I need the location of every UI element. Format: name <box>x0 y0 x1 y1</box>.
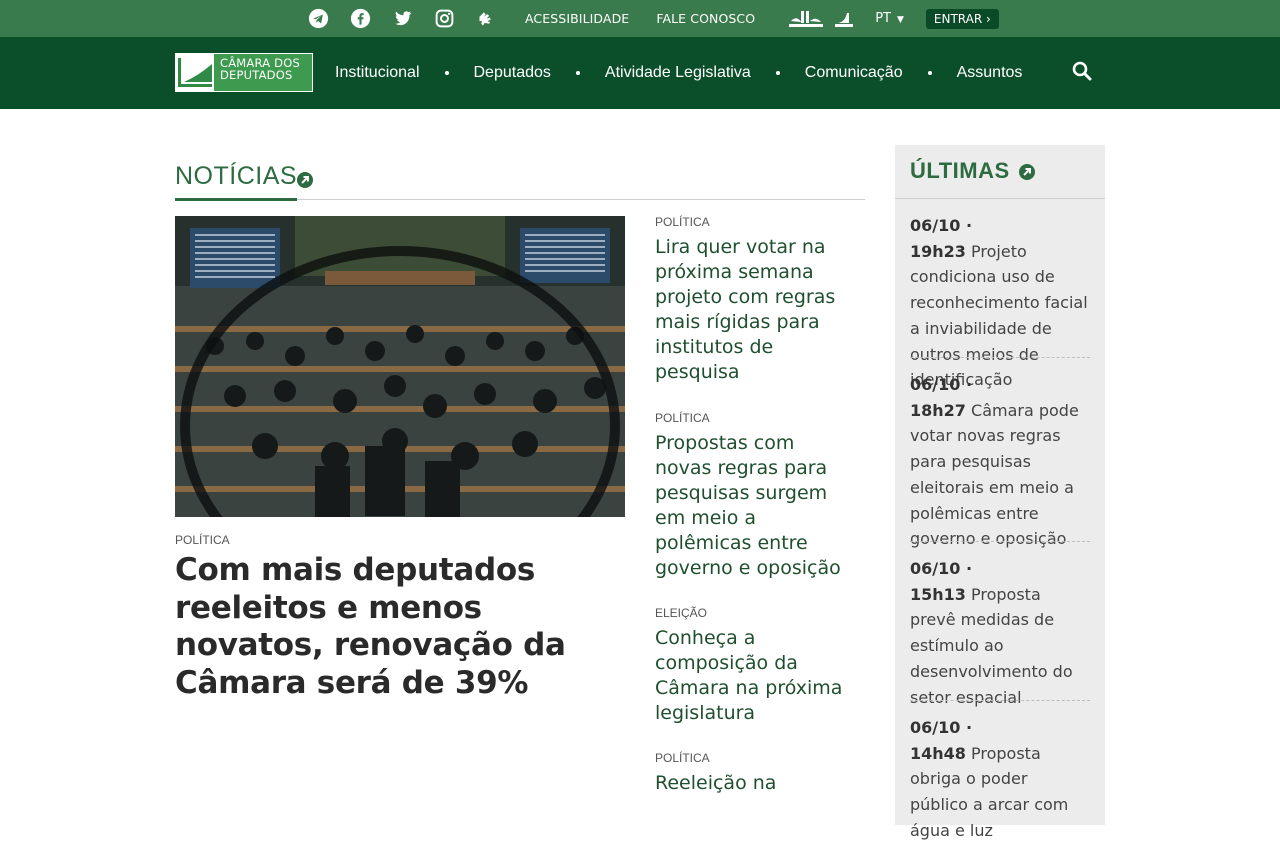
search-icon[interactable] <box>1072 61 1092 85</box>
news-category[interactable]: POLÍTICA <box>655 411 855 425</box>
featured-news-title[interactable]: Com mais deputados reeleitos e menos nov… <box>175 552 630 702</box>
news-category[interactable]: ELEIÇÃO <box>655 606 855 620</box>
news-category[interactable]: POLÍTICA <box>655 215 855 229</box>
camara-logo[interactable]: CÂMARA DOS DEPUTADOS <box>175 53 313 92</box>
news-title[interactable]: NOTÍCIAS <box>175 162 298 201</box>
contact-link[interactable]: FALE CONOSCO <box>656 11 755 26</box>
latest-news-item[interactable]: 06/10 · 14h48 Proposta obriga o poder pú… <box>910 715 1090 844</box>
nav-atividade-legislativa[interactable]: Atividade Legislativa <box>605 64 751 82</box>
logo-line-2: DEPUTADOS <box>220 68 293 82</box>
telegram-icon[interactable] <box>307 8 329 30</box>
latest-news-item[interactable]: 06/10 · 19h23 Projeto condiciona uso de … <box>910 213 1090 393</box>
list-item: POLÍTICA Reeleição na <box>655 751 855 796</box>
nav-separator <box>775 71 780 75</box>
nav-separator <box>444 71 449 75</box>
language-label: PT <box>875 11 891 26</box>
news-section-header: NOTÍCIAS <box>175 160 865 201</box>
list-item: POLÍTICA Lira quer votar na próxima sema… <box>655 215 855 385</box>
arrow-up-right-icon[interactable] <box>297 172 313 188</box>
login-label: ENTRAR <box>933 11 983 26</box>
nav-comunicacao[interactable]: Comunicação <box>805 64 903 82</box>
logo-mark-icon <box>176 54 214 91</box>
featured-news-photo[interactable] <box>175 216 625 517</box>
news-time: 06/10 · 15h13 <box>910 559 973 604</box>
latest-news-title[interactable]: ÚLTIMAS <box>910 158 1010 184</box>
nav-separator <box>927 71 932 75</box>
news-time: 06/10 · 18h27 <box>910 375 973 420</box>
nav-deputados[interactable]: Deputados <box>474 64 551 82</box>
nav-institucional[interactable]: Institucional <box>335 64 420 82</box>
news-title-link[interactable]: Lira quer votar na próxima semana projet… <box>655 235 855 385</box>
caret-down-icon: ▼ <box>896 15 904 25</box>
divider <box>910 357 1090 358</box>
nav-separator <box>575 71 580 75</box>
news-time: 06/10 · 19h23 <box>910 216 973 261</box>
latest-news-item[interactable]: 06/10 · 15h13 Proposta prevê medidas de … <box>910 556 1090 710</box>
featured-news-category[interactable]: POLÍTICA <box>175 533 230 547</box>
latest-news-panel: ÚLTIMAS 06/10 · 19h23 Projeto condiciona… <box>895 145 1105 840</box>
chamber-icon[interactable] <box>835 10 854 28</box>
facebook-icon[interactable] <box>349 8 371 30</box>
list-item: ELEIÇÃO Conheça a composição da Câmara n… <box>655 606 855 726</box>
language-select[interactable]: PT ▼ <box>875 11 904 26</box>
libras-icon[interactable] <box>475 8 497 30</box>
news-time: 06/10 · 14h48 <box>910 718 973 763</box>
news-category[interactable]: POLÍTICA <box>655 751 855 765</box>
latest-news-item[interactable]: 06/10 · 18h27 Câmara pode votar novas re… <box>910 372 1090 552</box>
login-button[interactable]: ENTRAR › <box>925 8 999 29</box>
news-title-link[interactable]: Propostas com novas regras para pesquisa… <box>655 431 855 581</box>
chevron-right-icon: › <box>986 11 991 26</box>
accessibility-link[interactable]: ACESSIBILIDADE <box>525 11 629 26</box>
list-item: POLÍTICA Propostas com novas regras para… <box>655 411 855 581</box>
latest-news-header: ÚLTIMAS <box>895 145 1105 199</box>
divider <box>910 700 1090 701</box>
news-headline: Projeto condiciona uso de reconhecimento… <box>910 241 1088 390</box>
instagram-icon[interactable] <box>433 8 455 30</box>
news-headline: Câmara pode votar novas regras para pesq… <box>910 400 1079 549</box>
utility-bar: ACESSIBILIDADE FALE CONOSCO PT ▼ ENTRAR › <box>0 0 1280 37</box>
arrow-up-right-icon[interactable] <box>1019 164 1035 180</box>
news-title-link[interactable]: Conheça a composição da Câmara na próxim… <box>655 626 855 726</box>
nav-assuntos[interactable]: Assuntos <box>957 64 1023 82</box>
divider <box>910 541 1090 542</box>
news-title-link[interactable]: Reeleição na <box>655 771 855 796</box>
twitter-icon[interactable] <box>391 8 413 30</box>
main-navigation: CÂMARA DOS DEPUTADOS Institucional Deput… <box>0 37 1280 109</box>
congress-building-icon[interactable] <box>789 10 824 28</box>
